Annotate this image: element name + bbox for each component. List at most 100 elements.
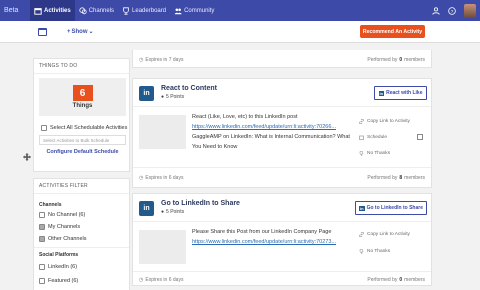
- chat-icon: [79, 6, 87, 14]
- move-icon[interactable]: [23, 153, 31, 161]
- no-channel-checkbox[interactable]: [39, 212, 45, 218]
- no-thanks-label: No Thanks: [367, 151, 391, 156]
- my-channels-label: My Channels: [48, 224, 81, 230]
- other-channels-checkbox[interactable]: [39, 236, 45, 242]
- help-icon[interactable]: ?: [448, 6, 456, 15]
- schedule-checkbox[interactable]: [417, 134, 423, 140]
- select-all-label: Select All Schedulable Activities: [50, 125, 128, 131]
- activity-card-partial: ◷ Expires in 7 days Performed by 0 membe…: [132, 50, 432, 68]
- community-icon: [174, 8, 182, 14]
- activity-points: ● 5 Points: [161, 94, 184, 100]
- todo-summary: 6 Things: [39, 78, 126, 116]
- calendar-small-icon: [359, 135, 364, 140]
- card-footer-divider: [133, 167, 431, 168]
- copy-link-action[interactable]: Copy Link to Activity: [359, 232, 410, 237]
- copy-link-action[interactable]: Copy Link to Activity: [359, 119, 410, 124]
- nav-channels[interactable]: Channels: [75, 0, 118, 21]
- performed-prefix: Performed by: [367, 277, 398, 283]
- channels-title: Channels: [39, 202, 62, 208]
- nav-activities-label: Activities: [44, 7, 71, 14]
- thumbs-down-icon: [359, 249, 364, 254]
- points-label: 5 Points: [166, 94, 185, 100]
- expires-label: Expires in 7 days: [145, 57, 184, 63]
- featured-checkbox[interactable]: [39, 278, 45, 284]
- filter-no-channel[interactable]: No Channel (6): [39, 212, 85, 218]
- points-icon: ●: [161, 94, 165, 100]
- filter-divider: [34, 247, 129, 248]
- recommend-activity-button[interactable]: Recommend An Activity: [360, 25, 425, 38]
- activity-instruction: Please Share this Post from our LinkedIn…: [192, 229, 332, 235]
- featured-label: Featured (6): [48, 278, 79, 284]
- configure-schedule-link[interactable]: Configure Default Schedule: [34, 149, 131, 155]
- brand-label: Beta: [4, 7, 19, 14]
- chevron-down-icon: ⌄: [88, 29, 94, 35]
- activity-body: Please Share this Post from our LinkedIn…: [192, 227, 350, 247]
- link-icon: [359, 232, 364, 237]
- activity-card-share: in Go to LinkedIn to Share ● 5 Points in…: [132, 193, 432, 286]
- expires-info: ◷ Expires in 7 days: [139, 57, 183, 63]
- todo-count: 6: [72, 85, 93, 101]
- activities-filter-header: ACTIVITIES FILTER: [34, 179, 129, 194]
- nav-community-label: Community: [184, 7, 215, 14]
- avatar[interactable]: [464, 3, 476, 18]
- react-with-like-button[interactable]: in React with Like: [374, 86, 427, 100]
- no-thanks-action[interactable]: No Thanks: [359, 151, 390, 156]
- no-thanks-action[interactable]: No Thanks: [359, 249, 390, 254]
- clock-icon: ◷: [139, 277, 144, 283]
- activity-title: React to Content: [161, 85, 217, 92]
- calendar-view-icon[interactable]: [38, 27, 47, 36]
- clock-icon: ◷: [139, 57, 144, 63]
- sub-toolbar: + Show ⌄ Recommend An Activity: [0, 21, 480, 43]
- activity-points: ● 5 Points: [161, 209, 184, 215]
- activity-title: Go to LinkedIn to Share: [161, 200, 240, 207]
- linkedin-label: LinkedIn (6): [48, 264, 78, 270]
- filter-my-channels[interactable]: My Channels: [39, 224, 80, 230]
- todo-count-label: Things: [72, 103, 93, 109]
- card-divider: [133, 221, 431, 222]
- filter-other-channels[interactable]: Other Channels: [39, 236, 87, 242]
- trophy-icon: [123, 6, 129, 15]
- linkedin-icon: in: [139, 201, 154, 216]
- select-all-checkbox[interactable]: [41, 125, 47, 131]
- platforms-title: Social Platforms: [39, 252, 79, 258]
- activity-link[interactable]: https://www.linkedin.com/feed/update/urn…: [192, 237, 350, 247]
- activity-body: React (Like, Love, etc) to this LinkedIn…: [192, 112, 350, 152]
- performed-count: 0: [399, 277, 403, 283]
- card-footer-divider: [133, 271, 431, 272]
- performed-count: 8: [399, 175, 403, 181]
- performed-info: Performed by 0 members: [367, 57, 425, 63]
- schedule-action[interactable]: Schedule: [359, 135, 387, 140]
- top-nav: Beta Activities Channels Leaderboard Com…: [0, 0, 480, 21]
- my-channels-checkbox[interactable]: [39, 224, 45, 230]
- activity-link[interactable]: https://www.linkedin.com/feed/update/urn…: [192, 122, 350, 132]
- select-all-row[interactable]: Select All Schedulable Activities: [41, 125, 127, 131]
- thumbs-down-icon: [359, 151, 364, 156]
- expires-label: Expires in 6 days: [145, 277, 184, 283]
- show-filter-dropdown[interactable]: + Show ⌄: [67, 28, 94, 36]
- performed-prefix: Performed by: [367, 175, 398, 181]
- nav-leaderboard[interactable]: Leaderboard: [118, 0, 170, 21]
- svg-text:?: ?: [451, 8, 454, 14]
- activity-card-react: in React to Content ● 5 Points in React …: [132, 78, 432, 188]
- nav-channels-label: Channels: [88, 7, 115, 14]
- other-channels-label: Other Channels: [48, 236, 87, 242]
- bulk-schedule-select[interactable]: Select Activities to Bulk Schedule: [39, 135, 126, 145]
- no-thanks-label: No Thanks: [367, 249, 391, 254]
- performed-info: Performed by 0 members: [367, 277, 425, 283]
- activities-filter-card: ACTIVITIES FILTER Channels No Channel (6…: [33, 178, 130, 290]
- performed-suffix: members: [404, 57, 425, 63]
- performed-suffix: members: [404, 175, 425, 181]
- nav-leaderboard-label: Leaderboard: [132, 7, 167, 14]
- things-to-do-header: THINGS TO DO: [34, 59, 129, 74]
- filter-featured[interactable]: Featured (6): [39, 278, 78, 284]
- card-divider: [133, 106, 431, 107]
- user-icon[interactable]: [432, 6, 440, 15]
- nav-activities[interactable]: Activities: [30, 0, 75, 21]
- link-icon: [359, 119, 364, 124]
- filter-linkedin[interactable]: LinkedIn (6): [39, 264, 77, 270]
- linkedin-icon: in: [139, 86, 154, 101]
- linkedin-checkbox[interactable]: [39, 264, 45, 270]
- go-to-linkedin-share-button[interactable]: in Go to LinkedIn to Share: [355, 201, 427, 215]
- activity-instruction: React (Like, Love, etc) to this LinkedIn…: [192, 114, 298, 120]
- nav-community[interactable]: Community: [170, 0, 218, 21]
